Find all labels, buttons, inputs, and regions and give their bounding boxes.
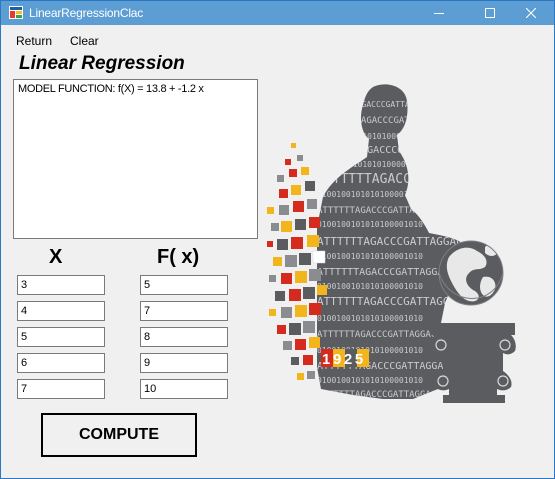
year-label: 1925: [321, 349, 369, 368]
binary-text-line: 0100100101010100001010: [317, 220, 423, 229]
globe-icon: [438, 240, 504, 306]
app-icon: [9, 6, 23, 19]
fx-input-5[interactable]: 10: [140, 379, 228, 399]
maximize-icon: [485, 8, 495, 18]
dna-text-line: ATTTTTTAGACCCGATTAGGACCTAGGATTATTTTAA: [317, 206, 518, 216]
fx-input-4[interactable]: 9: [140, 353, 228, 373]
x-input-1[interactable]: 3: [17, 275, 105, 295]
minimize-icon: [434, 13, 444, 14]
binary-text-line: 0100100101010100001010: [319, 132, 425, 141]
binary-text-line: 0100100101010100001010: [317, 282, 423, 291]
binary-text-line: 0100100101010100001010: [319, 160, 425, 169]
binary-text-line: 0100100101010100001010: [317, 376, 423, 385]
year-text: 1925: [322, 351, 366, 368]
dna-text-line: ATTTTTTAGACCCGATTAGGACCTAGGATTATTTTAA: [319, 145, 542, 156]
app-window: LinearRegressionClac Return Clear Linear…: [0, 0, 555, 479]
fx-input-2[interactable]: 7: [140, 301, 228, 321]
compute-button[interactable]: COMPUTE: [41, 413, 197, 457]
menu-clear[interactable]: Clear: [70, 34, 99, 48]
dna-text-line: ATTTTTTAGACCCGATTAGGACCTAGGATTATTTTAA: [317, 172, 555, 187]
window-title: LinearRegressionClac: [29, 6, 144, 20]
thinker-dna-illustration: ATTTTTTAGACCCGATTAGGACCTAGGATTATTTTAA AT…: [267, 84, 555, 403]
dna-text-line: ATTTTTTAGACCCGATTAGGACCTAGGATTATTTTAA: [317, 267, 540, 278]
menu-bar: Return Clear: [1, 31, 554, 51]
dna-text-line: ATTTTTTAGACCCGATTAGGACCTAGGATTATTTTAA: [317, 235, 555, 248]
dna-text-line: ATTTTTTAGACCCGATTAGGACCTAGGATTATTTTAA: [323, 116, 524, 126]
binary-text-line: 0100100101010100001010: [317, 314, 423, 323]
fx-input-1[interactable]: 5: [140, 275, 228, 295]
page-title: Linear Regression: [19, 53, 185, 74]
close-button[interactable]: [508, 1, 554, 25]
dna-text-line: ATTTTTTAGACCCGATTAGGACCTAGGATTATTTTAA: [323, 100, 501, 109]
fx-input-3[interactable]: 8: [140, 327, 228, 347]
x-input-3[interactable]: 5: [17, 327, 105, 347]
binary-text-line: 0100100101010100001010: [317, 190, 423, 199]
minimize-button[interactable]: [416, 1, 462, 25]
dna-text-line: ATTTTTTAGACCCGATTAGGACCTAGGATTATTTTAA: [317, 295, 555, 308]
binary-text-line: 0100100101010100001010: [317, 252, 423, 261]
model-output-box[interactable]: MODEL FUNCTION: f(X) = 13.8 + -1.2 x: [13, 79, 258, 239]
menu-return[interactable]: Return: [16, 34, 52, 48]
x-input-5[interactable]: 7: [17, 379, 105, 399]
x-input-2[interactable]: 4: [17, 301, 105, 321]
fx-column-label: F( x): [157, 246, 200, 268]
x-input-4[interactable]: 6: [17, 353, 105, 373]
maximize-button[interactable]: [467, 1, 513, 25]
title-bar[interactable]: LinearRegressionClac: [1, 1, 554, 25]
model-function-text: MODEL FUNCTION: f(X) = 13.8 + -1.2 x: [18, 83, 204, 95]
column-capital-icon: [430, 323, 516, 403]
x-column-label: X: [49, 246, 63, 268]
close-icon: [526, 8, 536, 18]
